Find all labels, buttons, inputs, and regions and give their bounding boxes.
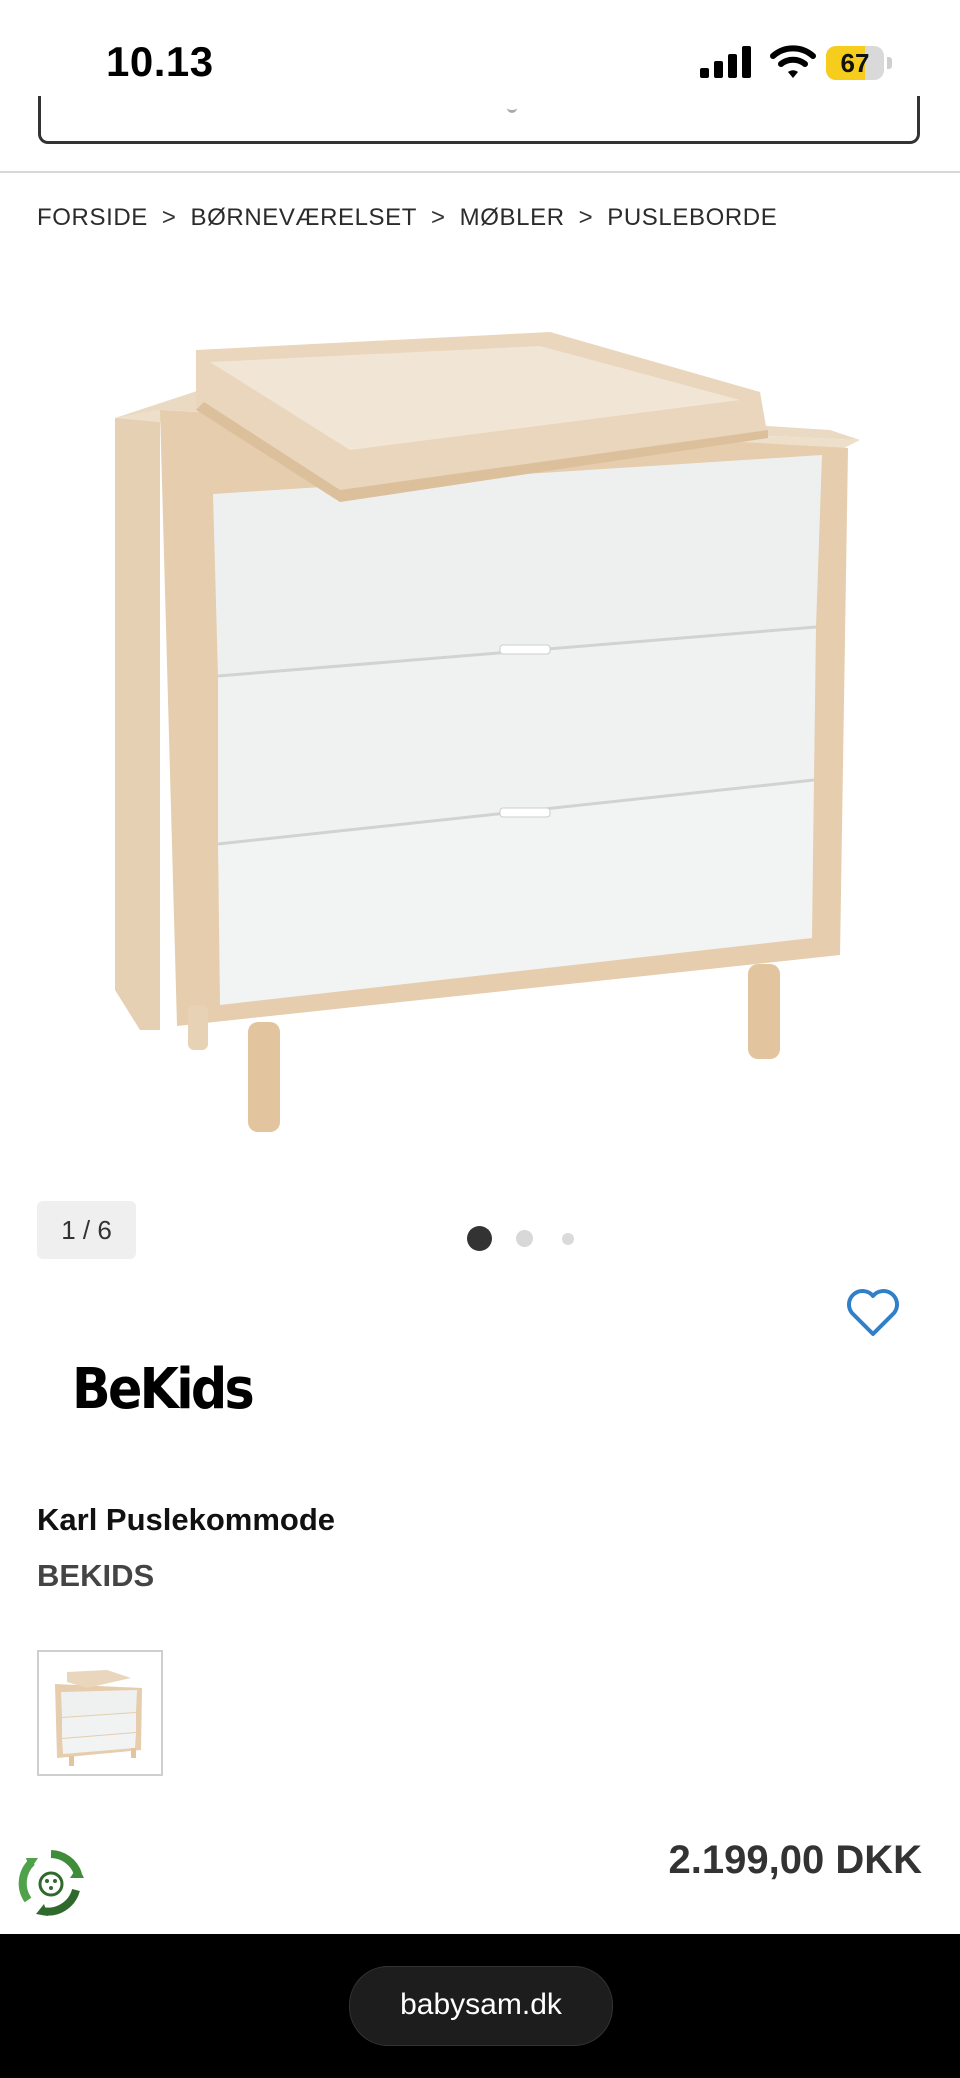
battery-icon: 67 [826,46,894,80]
product-price: 2.199,00 DKK [668,1838,922,1882]
breadcrumb-item-pusleborde[interactable]: PUSLEBORDE [607,204,777,231]
wifi-icon [770,45,816,78]
svg-text:BeKids: BeKids [72,1357,253,1422]
breadcrumb-separator: > [161,204,177,231]
header-divider [0,171,960,173]
signal-icon [700,46,751,78]
heart-icon[interactable] [846,1288,900,1338]
status-time: 10.13 [106,38,214,85]
battery-level: 67 [840,48,870,78]
gallery-dot-active[interactable] [467,1226,492,1251]
breadcrumb-separator: > [431,204,446,231]
gallery-counter: 1 / 6 [37,1201,136,1259]
product-brand[interactable]: BEKIDS [37,1558,154,1594]
breadcrumb: FORSIDE > BØRNEVÆRELSET > MØBLER > PUSLEBORDE [37,204,777,232]
breadcrumb-item-forside[interactable]: FORSIDE [37,204,148,231]
product-title: Karl Puslekommode [37,1502,336,1537]
thumbnail-image [55,1670,142,1766]
gallery-dot[interactable] [516,1230,533,1247]
brand-logo[interactable]: BeKids [70,1350,260,1430]
breadcrumb-item-boernevaerelset[interactable]: BØRNEVÆRELSET [191,204,418,231]
breadcrumb-separator: > [578,204,594,231]
address-bar[interactable]: babysam.dk [349,1966,613,2046]
product-image[interactable] [100,310,860,1140]
search-input[interactable] [38,96,920,144]
gallery-dot[interactable] [562,1233,574,1245]
search-placeholder-fragment [507,102,517,113]
eco-icon[interactable] [16,1848,86,1918]
product-thumbnail[interactable] [37,1650,163,1776]
breadcrumb-item-moebler[interactable]: MØBLER [460,204,565,231]
